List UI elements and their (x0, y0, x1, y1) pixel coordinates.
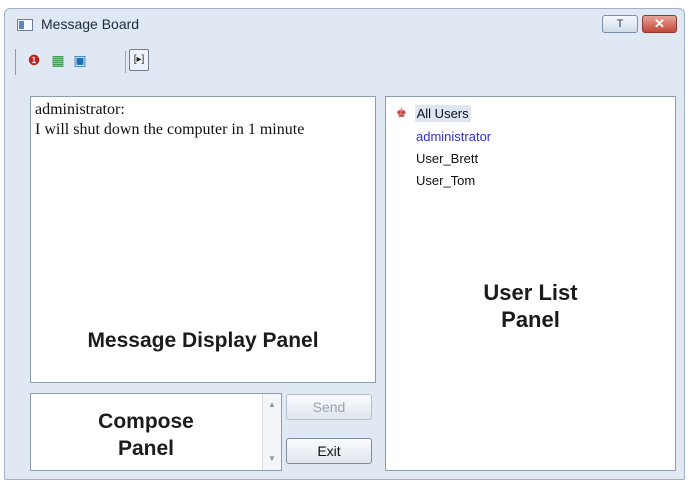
send-button[interactable]: Send (286, 394, 372, 420)
compose-scrollbar[interactable]: ▲ ▼ (262, 394, 281, 470)
users-group-icon: ♚ (396, 106, 407, 121)
compose-label-line1: Compose (98, 410, 194, 433)
app-icon (17, 19, 33, 31)
compose-panel[interactable]: Compose Panel ▲ ▼ (30, 393, 282, 471)
user-list-item[interactable]: administrator (416, 129, 491, 144)
message-display-panel[interactable]: administrator: I will shut down the comp… (30, 96, 376, 383)
scroll-down-icon[interactable]: ▼ (263, 452, 281, 466)
message-panel-label: Message Display Panel (87, 329, 319, 352)
toolbar: ❶ ▦ ▣ [▸] (15, 45, 215, 77)
all-users-label: All Users (414, 105, 471, 123)
toolbar-grip (15, 49, 16, 75)
user-stop-icon[interactable]: ❶ (25, 51, 43, 69)
user-list-all-users[interactable]: ♚ All Users (396, 105, 471, 123)
user-list-item[interactable]: User_Brett (416, 151, 478, 166)
close-button[interactable]: ✕ (642, 15, 677, 33)
window-title: Message Board (41, 16, 140, 32)
monitor-icon[interactable]: ▣ (71, 51, 89, 69)
scroll-up-icon[interactable]: ▲ (263, 398, 281, 412)
user-list-label-line1: User List (483, 280, 578, 305)
compose-label-line2: Panel (117, 437, 175, 460)
user-monitor-icon[interactable]: ▦ (49, 51, 67, 69)
user-list-label-line2: Panel (501, 307, 560, 332)
user-list-panel-label: User List Panel (386, 279, 675, 333)
toolbar-separator (125, 51, 126, 73)
message-board-window: Message Board T ✕ ❶ ▦ ▣ [▸] administrato… (4, 8, 685, 480)
layout-toggle-icon[interactable]: [▸] (129, 49, 149, 71)
compose-panel-label: Compose Panel (31, 408, 261, 462)
user-list-panel[interactable]: ♚ All Users administrator User_Brett Use… (385, 96, 676, 471)
message-body: I will shut down the computer in 1 minut… (35, 121, 305, 138)
minimize-button[interactable]: T (602, 15, 638, 33)
title-bar[interactable]: Message Board T ✕ (5, 9, 684, 39)
message-sender: administrator: (35, 101, 125, 118)
exit-button[interactable]: Exit (286, 438, 372, 464)
user-list-item[interactable]: User_Tom (416, 173, 475, 188)
